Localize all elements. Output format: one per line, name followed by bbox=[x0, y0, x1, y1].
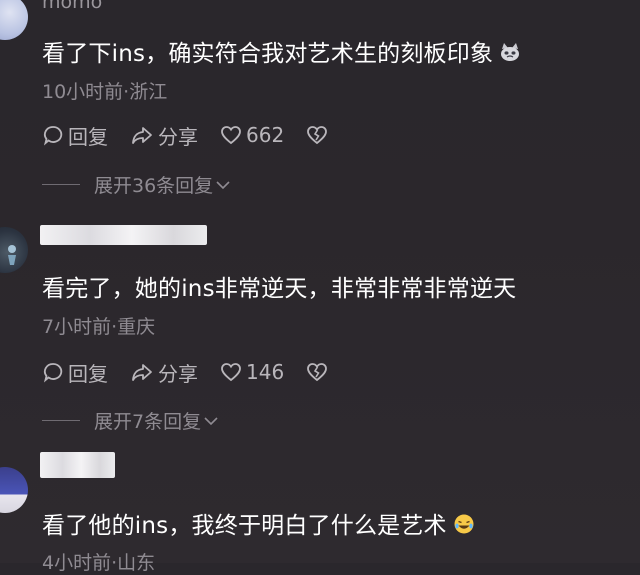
comment-actions: 回复 分享 146 bbox=[42, 357, 354, 387]
expand-replies-label: 展开7条回复 bbox=[94, 411, 202, 433]
share-label: 分享 bbox=[158, 124, 198, 149]
comment-actions: 回复 分享 662 bbox=[42, 120, 354, 150]
share-label: 分享 bbox=[158, 361, 198, 386]
comment-meta: 7小时前·重庆 bbox=[42, 316, 156, 338]
like-button[interactable]: 146 bbox=[220, 360, 284, 384]
share-button[interactable]: 分享 bbox=[130, 358, 198, 387]
comment-text-content: 看了下ins，确实符合我对艺术生的刻板印象 bbox=[42, 41, 494, 67]
username-blurred[interactable] bbox=[40, 225, 207, 245]
expand-divider bbox=[42, 420, 80, 421]
expand-replies-button[interactable]: 展开36条回复 bbox=[42, 171, 231, 198]
like-button[interactable]: 662 bbox=[220, 123, 284, 147]
reply-button[interactable]: 回复 bbox=[42, 121, 108, 150]
cat-emoji-icon bbox=[499, 42, 521, 68]
heart-icon bbox=[221, 363, 241, 382]
share-button[interactable]: 分享 bbox=[130, 121, 198, 150]
reply-label: 回复 bbox=[68, 361, 108, 386]
comment-text: 看了他的ins，我终于明白了什么是艺术 bbox=[42, 506, 475, 541]
comment-meta: 4小时前·山东 bbox=[42, 552, 156, 574]
comment-text: 看完了，她的ins非常逆天，非常非常非常逆天 bbox=[42, 276, 517, 302]
reply-icon bbox=[43, 126, 63, 146]
dislike-button[interactable] bbox=[306, 362, 332, 382]
reply-icon bbox=[43, 363, 63, 383]
like-count: 662 bbox=[246, 123, 285, 147]
avatar[interactable] bbox=[0, 467, 28, 513]
chevron-down-icon bbox=[204, 416, 218, 425]
avatar[interactable] bbox=[0, 227, 28, 273]
expand-replies-label: 展开36条回复 bbox=[94, 175, 214, 197]
avatar-figure-icon bbox=[8, 245, 16, 265]
reply-label: 回复 bbox=[68, 124, 108, 149]
expand-replies-button[interactable]: 展开7条回复 bbox=[42, 407, 219, 434]
avatar[interactable] bbox=[0, 0, 28, 40]
laughing-crying-emoji-icon bbox=[453, 513, 475, 541]
comment-text-content: 看了他的ins，我终于明白了什么是艺术 bbox=[42, 513, 447, 539]
reply-button[interactable]: 回复 bbox=[42, 358, 108, 387]
expand-divider bbox=[42, 184, 80, 185]
username-blurred[interactable] bbox=[40, 452, 115, 478]
comment-meta: 10小时前·浙江 bbox=[42, 81, 168, 103]
dislike-button[interactable] bbox=[306, 125, 332, 145]
chevron-down-icon bbox=[216, 180, 230, 189]
heart-icon bbox=[221, 126, 241, 145]
broken-heart-icon bbox=[307, 126, 328, 145]
share-icon bbox=[132, 364, 152, 381]
share-icon bbox=[132, 127, 152, 144]
comment-username[interactable]: momo bbox=[42, 0, 102, 13]
comment-text: 看了下ins，确实符合我对艺术生的刻板印象 bbox=[42, 34, 521, 68]
broken-heart-icon bbox=[307, 363, 328, 382]
like-count: 146 bbox=[246, 360, 285, 384]
